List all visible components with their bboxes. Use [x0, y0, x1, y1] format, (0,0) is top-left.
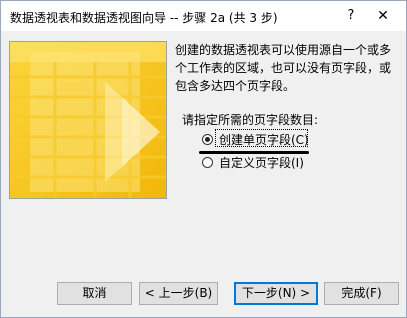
help-button[interactable]: ?	[340, 5, 362, 27]
back-button[interactable]: < 上一步(B)	[139, 282, 218, 305]
wizard-window: 数据透视表和数据透视图向导 -- 步骤 2a (共 3 步) ? ✕ 创建的数据…	[0, 0, 407, 318]
focus-rectangle	[215, 129, 308, 147]
window-title: 数据透视表和数据透视图向导 -- 步骤 2a (共 3 步)	[10, 11, 278, 25]
description-text: 创建的数据透视表可以使用源自一个或多个工作表的区域，也可以没有页字段，或包含多达…	[175, 43, 392, 93]
wizard-illustration	[9, 41, 167, 199]
cancel-button[interactable]: 取消	[57, 282, 132, 305]
custom-page-field-option[interactable]: 自定义页字段(I)	[202, 153, 304, 171]
finish-button[interactable]: 完成(F)	[324, 282, 399, 305]
pivot-table-art-icon	[10, 42, 166, 198]
close-button[interactable]: ✕	[372, 5, 394, 27]
radio-dot-icon	[205, 136, 210, 142]
custom-page-field-label[interactable]: 自定义页字段(I)	[219, 154, 304, 171]
title-bar: 数据透视表和数据透视图向导 -- 步骤 2a (共 3 步) ? ✕	[1, 1, 406, 31]
page-field-prompt: 请指定所需的页字段数目:	[182, 113, 319, 127]
radio-selected[interactable]	[202, 133, 213, 145]
radio-unselected[interactable]	[202, 156, 213, 168]
next-button[interactable]: 下一步(N) >	[234, 282, 318, 305]
